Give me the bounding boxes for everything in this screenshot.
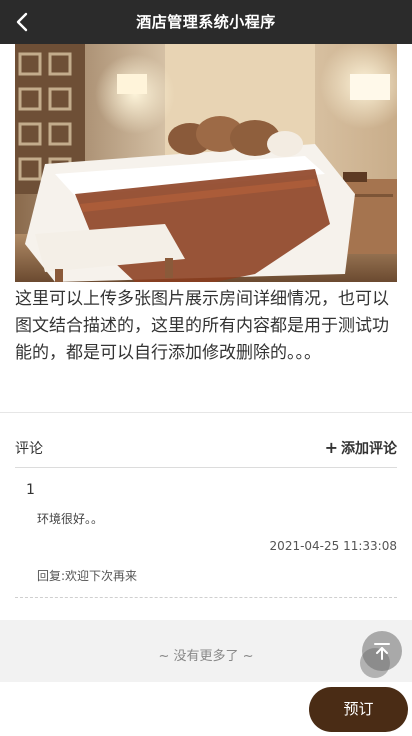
add-comment-button[interactable]: + 添加评论 xyxy=(325,438,397,458)
navigation-bar: 酒店管理系统小程序 xyxy=(0,0,412,44)
comments-title: 评论 xyxy=(15,441,43,457)
comment-text: 环境很好。。 xyxy=(37,512,104,526)
comments-header: 评论 + 添加评论 xyxy=(15,430,397,466)
room-description: 这里可以上传多张图片展示房间详细情况，也可以图文结合描述的，这里的所有内容都是用… xyxy=(15,289,389,363)
comment-user: 1 xyxy=(26,482,35,498)
book-button[interactable]: 预订 xyxy=(309,687,408,732)
list-footer: ~ 没有更多了 ~ xyxy=(0,620,412,682)
page-title: 酒店管理系统小程序 xyxy=(136,13,276,31)
comment-reply: 回复:欢迎下次再来 xyxy=(37,569,138,583)
comments-header-divider xyxy=(15,467,397,468)
comment-divider xyxy=(15,597,397,598)
arrow-up-to-top-icon xyxy=(374,643,390,660)
comment-timestamp: 2021-04-25 11:33:08 xyxy=(269,539,397,553)
scroll-to-top-button[interactable] xyxy=(362,631,402,671)
add-comment-label: 添加评论 xyxy=(341,441,397,457)
plus-icon: + xyxy=(324,438,338,457)
room-photo xyxy=(15,44,397,282)
comment-item: 1 环境很好。。 2021-04-25 11:33:08 回复:欢迎下次再来 xyxy=(15,470,397,598)
section-divider xyxy=(0,412,412,413)
